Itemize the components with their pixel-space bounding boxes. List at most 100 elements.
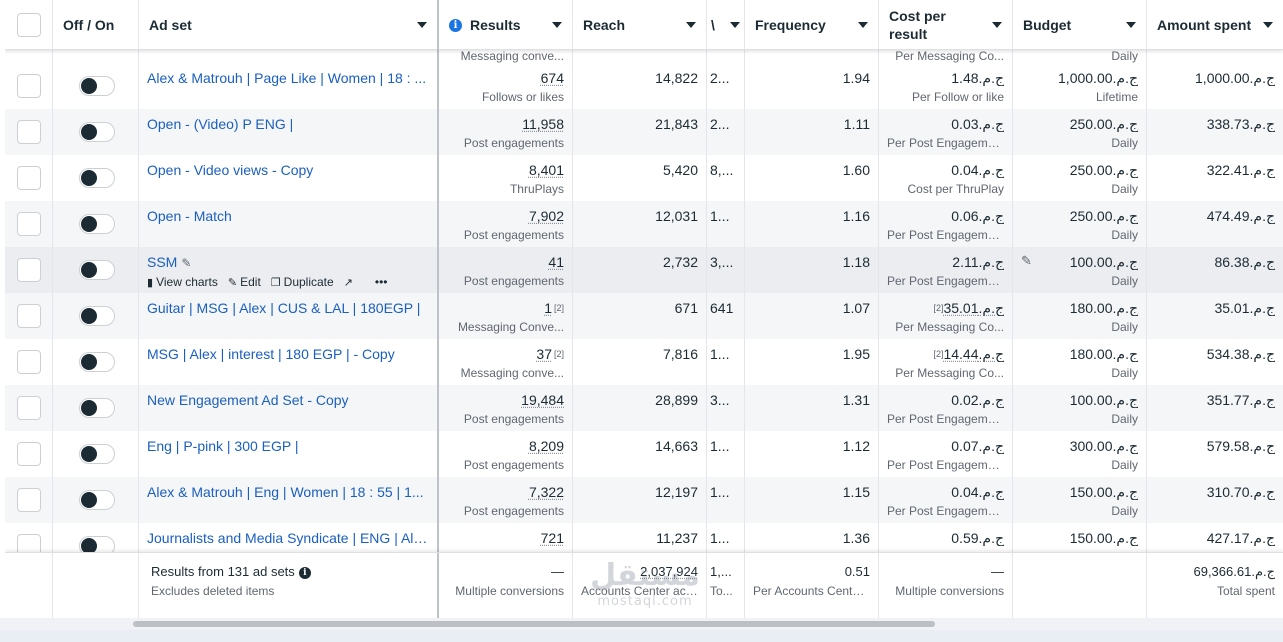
table-row[interactable]: Guitar | MSG | Alex | CUS & LAL | 180EGP…: [5, 293, 1283, 339]
table-row[interactable]: Alex & Matrouh | Eng | Women | 18 : 55 |…: [5, 477, 1283, 523]
table-row[interactable]: New Engagement Ad Set - Copy 19,484 Post…: [5, 385, 1283, 431]
row-ad-set: Eng | P-pink | 300 EGP |: [139, 431, 439, 477]
on-off-toggle[interactable]: [79, 168, 115, 188]
header-ad-set[interactable]: Ad set: [139, 0, 439, 50]
on-off-toggle[interactable]: [79, 122, 115, 142]
row-toggle: [53, 155, 139, 201]
row-checkbox[interactable]: [17, 212, 41, 236]
header-budget[interactable]: Budget: [1013, 0, 1147, 50]
ad-set-name-link[interactable]: MSG | Alex | interest | 180 EGP | - Copy: [147, 346, 429, 362]
row-checkbox[interactable]: [17, 120, 41, 144]
header-budget-label: Budget: [1023, 17, 1072, 33]
horizontal-scrollbar[interactable]: [0, 618, 1283, 630]
header-impressions[interactable]: \: [707, 0, 745, 50]
row-budget: ج.م.250.00 Daily: [1013, 155, 1147, 201]
open-report-button[interactable]: ↗: [344, 276, 353, 289]
on-off-toggle[interactable]: [79, 76, 115, 96]
row-checkbox[interactable]: [17, 442, 41, 466]
row-results: 19,484 Post engagements: [439, 385, 573, 431]
row-impressions: 641: [707, 293, 745, 339]
row-cost-per-result: ج.م.1.48 Per Follow or like: [879, 63, 1013, 109]
table-footer: Results from 131 ad sets i Excludes delet…: [5, 552, 1283, 618]
bottom-bar: [0, 630, 1283, 642]
row-cost-per-result: ج.م.0.06 Per Post Engagement: [879, 201, 1013, 247]
ad-set-name-link[interactable]: Open - Video views - Copy: [147, 162, 429, 178]
row-checkbox[interactable]: [17, 166, 41, 190]
row-amount-spent: ج.م.338.73: [1206, 116, 1275, 132]
row-impressions: 1...: [707, 339, 745, 385]
scrollbar-thumb[interactable]: [133, 621, 935, 627]
row-impressions: 3,...: [707, 247, 745, 293]
row-toggle: [53, 385, 139, 431]
on-off-toggle[interactable]: [79, 214, 115, 234]
sort-caret-icon[interactable]: [858, 22, 868, 28]
table-row[interactable]: SSM ✎ ▮ View charts ✎ Edit ❐ Duplicate ↗ •••…: [5, 247, 1283, 293]
table-row[interactable]: Open - (Video) P ENG | 11,958 Post engag…: [5, 109, 1283, 155]
on-off-toggle[interactable]: [79, 398, 115, 418]
table-row[interactable]: MSG | Alex | interest | 180 EGP | - Copy…: [5, 339, 1283, 385]
ad-set-name-link[interactable]: Alex & Matrouh | Eng | Women | 18 : 55 |…: [147, 484, 429, 500]
row-ad-set: SSM ✎ ▮ View charts ✎ Edit ❐ Duplicate ↗ •••: [139, 247, 439, 293]
row-toggle: [53, 293, 139, 339]
table-row[interactable]: Alex & Matrouh | Page Like | Women | 18 …: [5, 63, 1283, 109]
ad-set-name-link[interactable]: Eng | P-pink | 300 EGP |: [147, 438, 429, 454]
on-off-toggle[interactable]: [79, 490, 115, 510]
footnote-marker: [2]: [553, 349, 564, 359]
header-results-label: Results: [470, 17, 521, 33]
edit-button[interactable]: ✎ Edit: [228, 275, 261, 289]
duplicate-button[interactable]: ❐ Duplicate: [271, 275, 334, 289]
row-amount-spent: ج.م.534.38: [1206, 346, 1275, 362]
sort-caret-icon[interactable]: [552, 22, 562, 28]
row-checkbox[interactable]: [17, 258, 41, 282]
pencil-icon[interactable]: ✎: [1021, 253, 1032, 269]
row-checkbox[interactable]: [17, 396, 41, 420]
sort-caret-icon[interactable]: [992, 22, 1002, 28]
on-off-toggle[interactable]: [79, 444, 115, 464]
trend-icon: ↗: [343, 276, 353, 289]
table-row[interactable]: Open - Match 7,902 Post engagements 12,0…: [5, 201, 1283, 247]
row-reach: 12,197: [573, 477, 707, 523]
ad-set-name-link[interactable]: Journalists and Media Syndicate | ENG | …: [147, 530, 429, 546]
row-impressions: 2...: [707, 109, 745, 155]
info-icon[interactable]: i: [298, 566, 311, 579]
row-results: 8,209 Post engagements: [439, 431, 573, 477]
header-cost-per-result[interactable]: Cost per result: [879, 0, 1013, 50]
sort-caret-icon[interactable]: [417, 22, 427, 28]
header-amount-spent[interactable]: Amount spent: [1147, 0, 1283, 50]
select-all-checkbox[interactable]: [17, 13, 41, 37]
ad-set-name-link[interactable]: Open - Match: [147, 208, 429, 224]
ad-set-name-link[interactable]: Guitar | MSG | Alex | CUS & LAL | 180EGP…: [147, 300, 429, 316]
on-off-toggle[interactable]: [79, 306, 115, 326]
row-checkbox[interactable]: [17, 304, 41, 328]
row-checkbox[interactable]: [17, 488, 41, 512]
info-icon[interactable]: i: [449, 18, 462, 32]
table-row[interactable]: Eng | P-pink | 300 EGP | 8,209 Post enga…: [5, 431, 1283, 477]
row-impressions: 1...: [707, 477, 745, 523]
more-button[interactable]: •••: [375, 275, 388, 289]
ad-set-name-link[interactable]: SSM ✎: [147, 254, 429, 271]
row-checkbox[interactable]: [17, 74, 41, 98]
ad-set-name-link[interactable]: New Engagement Ad Set - Copy: [147, 392, 429, 408]
pencil-icon[interactable]: ✎: [181, 256, 191, 270]
header-reach[interactable]: Reach: [573, 0, 707, 50]
sort-caret-icon[interactable]: [730, 22, 740, 28]
header-results[interactable]: i Results: [439, 0, 573, 50]
row-checkbox[interactable]: [17, 350, 41, 374]
row-amount-spent: ج.م.86.38: [1214, 254, 1275, 270]
row-reach: 12,031: [573, 201, 707, 247]
row-reach: 671: [573, 293, 707, 339]
ad-set-name-link[interactable]: Alex & Matrouh | Page Like | Women | 18 …: [147, 70, 429, 86]
ad-set-name-link[interactable]: Open - (Video) P ENG |: [147, 116, 429, 132]
view-charts-button[interactable]: ▮ View charts: [147, 275, 218, 289]
sort-caret-icon[interactable]: [686, 22, 696, 28]
sort-caret-icon[interactable]: [1263, 22, 1273, 28]
table-row[interactable]: Open - Video views - Copy 8,401 ThruPlay…: [5, 155, 1283, 201]
footnote-marker: [2]: [553, 303, 564, 313]
on-off-toggle[interactable]: [79, 352, 115, 372]
sort-caret-icon[interactable]: [1126, 22, 1136, 28]
header-toggle[interactable]: Off / On: [53, 0, 139, 50]
header-frequency[interactable]: Frequency: [745, 0, 879, 50]
row-toggle: [53, 247, 139, 293]
on-off-toggle[interactable]: [79, 260, 115, 280]
row-select: [5, 247, 53, 293]
